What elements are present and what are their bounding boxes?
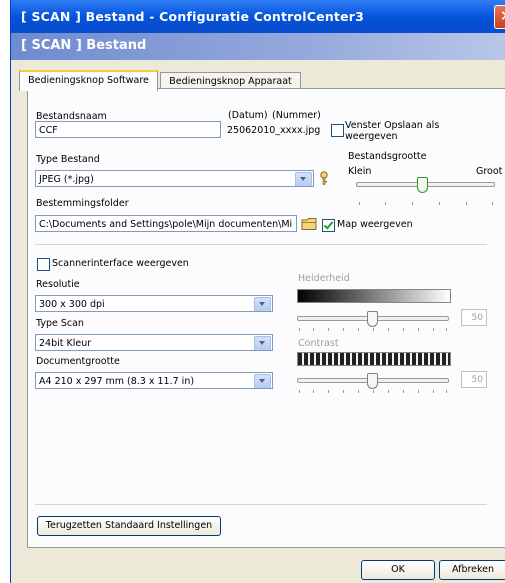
resolution-dropdown[interactable]: 300 x 300 dpi bbox=[35, 295, 273, 312]
cancel-button[interactable]: Afbreken bbox=[439, 560, 505, 580]
scanner-interface-checkbox[interactable] bbox=[37, 258, 50, 271]
contrast-slider-ticks bbox=[299, 390, 447, 395]
document-size-label: Documentgrootte bbox=[36, 356, 120, 367]
browse-folder-button[interactable] bbox=[300, 215, 318, 232]
close-icon: ✕ bbox=[500, 7, 505, 25]
show-map-label: Map weergeven bbox=[337, 219, 413, 230]
contrast-label: Contrast bbox=[298, 338, 339, 349]
filesize-slider-ticks bbox=[359, 202, 494, 207]
header-banner: [ SCAN ] Bestand bbox=[11, 33, 505, 60]
contrast-slider-thumb[interactable] bbox=[367, 373, 378, 389]
brightness-value[interactable]: 50 bbox=[461, 309, 487, 326]
contrast-pattern bbox=[297, 352, 451, 366]
brightness-slider-ticks bbox=[299, 328, 447, 333]
filesize-max-label: Groot bbox=[476, 166, 503, 177]
file-options-button[interactable] bbox=[316, 170, 331, 187]
key-icon bbox=[319, 171, 328, 185]
chevron-down-icon[interactable] bbox=[254, 374, 271, 388]
show-map-checkbox[interactable] bbox=[322, 219, 335, 232]
filename-input[interactable]: CCF bbox=[35, 121, 221, 138]
destination-input[interactable]: C:\Documents and Settings\pole\Mijn docu… bbox=[35, 215, 297, 232]
document-size-value: A4 210 x 297 mm (8.3 x 11.7 in) bbox=[39, 376, 195, 387]
filesize-slider-thumb[interactable] bbox=[417, 177, 428, 193]
brightness-slider-thumb[interactable] bbox=[367, 311, 378, 327]
close-button[interactable]: ✕ bbox=[494, 5, 505, 29]
save-as-label-line2: weergeven bbox=[345, 131, 398, 142]
scan-type-dropdown[interactable]: 24bit Kleur bbox=[35, 334, 273, 351]
filename-suffix: 25062010_xxxx.jpg bbox=[227, 125, 321, 136]
filetype-value: JPEG (*.jpg) bbox=[39, 174, 94, 185]
restore-defaults-button[interactable]: Terugzetten Standaard Instellingen bbox=[37, 516, 221, 536]
tab-label: Bedieningsknop Apparaat bbox=[169, 76, 292, 87]
save-as-dialog-checkbox[interactable] bbox=[331, 124, 344, 137]
folder-icon bbox=[301, 217, 316, 230]
resolution-value: 300 x 300 dpi bbox=[39, 299, 105, 310]
chevron-down-icon[interactable] bbox=[254, 297, 271, 311]
datum-label: (Datum) bbox=[228, 110, 268, 121]
destination-label: Bestemmingsfolder bbox=[36, 198, 129, 209]
ok-button[interactable]: OK bbox=[361, 560, 435, 580]
section-divider bbox=[35, 244, 487, 246]
title-bar[interactable]: [ SCAN ] Bestand - Configuratie ControlC… bbox=[11, 0, 505, 33]
chevron-down-icon[interactable] bbox=[295, 172, 312, 186]
tab-bedieningsknop-software[interactable]: Bedieningsknop Software bbox=[19, 70, 158, 91]
filetype-dropdown[interactable]: JPEG (*.jpg) bbox=[35, 170, 314, 187]
scanner-interface-label: Scannerinterface weergeven bbox=[52, 258, 189, 269]
scan-type-value: 24bit Kleur bbox=[39, 338, 92, 349]
filesize-min-label: Klein bbox=[348, 166, 372, 177]
scan-type-label: Type Scan bbox=[36, 318, 84, 329]
brightness-gradient bbox=[297, 289, 451, 303]
filetype-label: Type Bestand bbox=[36, 154, 100, 165]
filesize-label: Bestandsgrootte bbox=[348, 151, 427, 162]
nummer-label: (Nummer) bbox=[272, 110, 321, 121]
contrast-value[interactable]: 50 bbox=[461, 371, 487, 388]
document-size-dropdown[interactable]: A4 210 x 297 mm (8.3 x 11.7 in) bbox=[35, 372, 273, 389]
configuration-window: [ SCAN ] Bestand - Configuratie ControlC… bbox=[10, 0, 505, 583]
brightness-label: Helderheid bbox=[298, 273, 350, 284]
save-as-label: Venster Opslaan als bbox=[345, 120, 440, 131]
chevron-down-icon[interactable] bbox=[254, 336, 271, 350]
banner-title: [ SCAN ] Bestand bbox=[21, 38, 147, 53]
window-title: [ SCAN ] Bestand - Configuratie ControlC… bbox=[21, 9, 365, 24]
tab-label: Bedieningsknop Software bbox=[28, 75, 149, 86]
bottom-divider bbox=[35, 504, 487, 506]
resolution-label: Resolutie bbox=[36, 279, 80, 290]
